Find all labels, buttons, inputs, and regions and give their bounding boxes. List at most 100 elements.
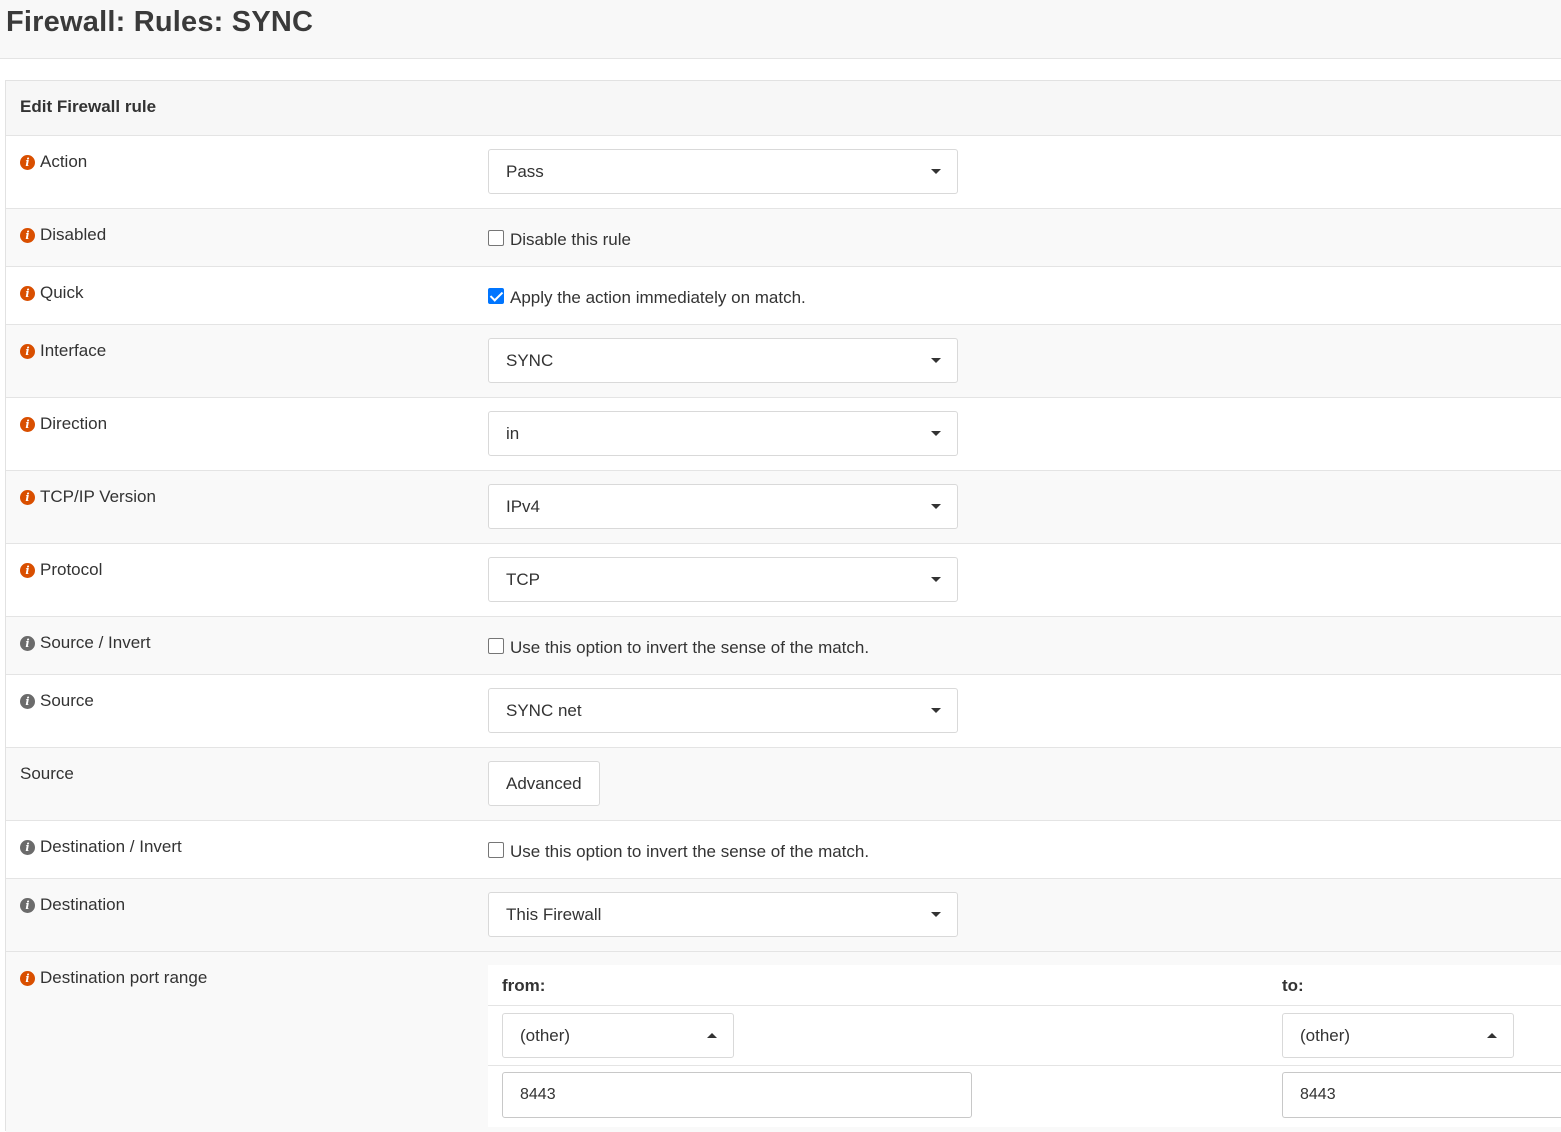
to-label: to: <box>1282 976 1304 995</box>
advanced-button[interactable]: Advanced <box>488 761 600 806</box>
action-select-value: Pass <box>506 161 544 181</box>
caret-down-icon <box>931 431 941 436</box>
destination-invert-checkbox-group[interactable]: Use this option to invert the sense of t… <box>488 842 869 862</box>
source-label-text: Source <box>40 691 94 710</box>
row-direction: i Direction in <box>6 398 1561 471</box>
from-label: from: <box>502 976 546 995</box>
interface-label: i Interface <box>20 341 106 361</box>
protocol-label-text: Protocol <box>40 560 103 579</box>
row-source: i Source SYNC net <box>6 675 1561 748</box>
info-icon[interactable]: i <box>20 897 35 913</box>
quick-checkbox-label: Apply the action immediately on match. <box>510 288 806 307</box>
caret-down-icon <box>931 577 941 582</box>
caret-up-icon <box>707 1033 717 1038</box>
interface-select[interactable]: SYNC <box>488 338 958 383</box>
quick-checkbox-group[interactable]: Apply the action immediately on match. <box>488 288 806 308</box>
disabled-label: i Disabled <box>20 225 106 245</box>
direction-label-text: Direction <box>40 414 108 433</box>
ipversion-select[interactable]: IPv4 <box>488 484 958 529</box>
caret-down-icon <box>931 358 941 363</box>
quick-label: i Quick <box>20 283 83 303</box>
from-port-input[interactable]: 8443 <box>502 1072 972 1118</box>
direction-label: i Direction <box>20 414 107 434</box>
row-quick: i Quick Apply the action immediately on … <box>6 267 1561 325</box>
dest-port-range-label: i Destination port range <box>20 968 207 988</box>
row-source-advanced: Source Advanced <box>6 748 1561 821</box>
action-label-text: Action <box>40 152 88 171</box>
source-invert-checkbox-group[interactable]: Use this option to invert the sense of t… <box>488 638 869 658</box>
info-icon[interactable]: i <box>20 416 35 432</box>
destination-label: i Destination <box>20 895 125 915</box>
info-icon[interactable]: i <box>20 562 35 578</box>
interface-label-text: Interface <box>40 341 107 360</box>
destination-select-value: This Firewall <box>506 904 602 924</box>
direction-select-value: in <box>506 423 520 443</box>
destination-invert-checkbox[interactable] <box>488 842 504 858</box>
quick-checkbox[interactable] <box>488 288 504 304</box>
info-icon[interactable]: i <box>20 839 35 855</box>
row-destination-invert: i Destination / Invert Use this option t… <box>6 821 1561 879</box>
info-icon[interactable]: i <box>20 227 35 243</box>
edit-rule-panel: Edit Firewall rule i Action Pass i Disab… <box>5 80 1561 1132</box>
to-port-select[interactable]: (other) <box>1282 1013 1514 1058</box>
source-select[interactable]: SYNC net <box>488 688 958 733</box>
panel-title: Edit Firewall rule <box>20 97 157 116</box>
info-icon[interactable]: i <box>20 635 35 651</box>
direction-select[interactable]: in <box>488 411 958 456</box>
row-dest-port-range: i Destination port range from: to: (othe… <box>6 952 1561 1132</box>
disabled-checkbox-group[interactable]: Disable this rule <box>488 230 631 250</box>
info-icon[interactable]: i <box>20 489 35 505</box>
ipversion-select-value: IPv4 <box>506 496 541 516</box>
row-interface: i Interface SYNC <box>6 325 1561 398</box>
to-port-select-value: (other) <box>1300 1025 1351 1045</box>
action-select[interactable]: Pass <box>488 149 958 194</box>
caret-down-icon <box>931 912 941 917</box>
info-icon[interactable]: i <box>20 154 35 170</box>
source-advanced-label-text: Source <box>20 764 74 783</box>
port-select-row: (other) (other) <box>488 1006 1561 1066</box>
panel-header: Edit Firewall rule <box>6 81 1561 136</box>
source-invert-checkbox[interactable] <box>488 638 504 654</box>
destination-label-text: Destination <box>40 895 126 914</box>
disabled-checkbox[interactable] <box>488 230 504 246</box>
protocol-select[interactable]: TCP <box>488 557 958 602</box>
dest-port-range-label-text: Destination port range <box>40 968 208 987</box>
info-icon[interactable]: i <box>20 693 35 709</box>
to-port-input[interactable]: 8443 <box>1282 1072 1561 1118</box>
from-port-select-value: (other) <box>520 1025 571 1045</box>
ipversion-label: i TCP/IP Version <box>20 487 156 507</box>
from-port-select[interactable]: (other) <box>502 1013 734 1058</box>
page-title: Firewall: Rules: SYNC <box>6 6 314 38</box>
destination-invert-label: i Destination / Invert <box>20 837 182 857</box>
row-action: i Action Pass <box>6 136 1561 209</box>
ipversion-label-text: TCP/IP Version <box>40 487 156 506</box>
action-label: i Action <box>20 152 87 172</box>
info-icon[interactable]: i <box>20 970 35 986</box>
disabled-label-text: Disabled <box>40 225 107 244</box>
source-invert-checkbox-label: Use this option to invert the sense of t… <box>510 638 870 657</box>
port-range-header: from: to: <box>488 965 1561 1006</box>
source-invert-label: i Source / Invert <box>20 633 151 653</box>
info-icon[interactable]: i <box>20 343 35 359</box>
caret-down-icon <box>931 708 941 713</box>
row-destination: i Destination This Firewall <box>6 879 1561 952</box>
row-source-invert: i Source / Invert Use this option to inv… <box>6 617 1561 675</box>
caret-down-icon <box>931 504 941 509</box>
protocol-label: i Protocol <box>20 560 102 580</box>
destination-invert-label-text: Destination / Invert <box>40 837 182 856</box>
destination-invert-checkbox-label: Use this option to invert the sense of t… <box>510 842 870 861</box>
interface-select-value: SYNC <box>506 350 554 370</box>
source-invert-label-text: Source / Invert <box>40 633 151 652</box>
destination-select[interactable]: This Firewall <box>488 892 958 937</box>
caret-up-icon <box>1487 1033 1497 1038</box>
info-icon[interactable]: i <box>20 285 35 301</box>
row-protocol: i Protocol TCP <box>6 544 1561 617</box>
source-select-value: SYNC net <box>506 700 582 720</box>
source-advanced-label: Source <box>20 764 74 784</box>
port-range-table: from: to: (other) (other) 8443 8443 <box>488 965 1561 1127</box>
row-disabled: i Disabled Disable this rule <box>6 209 1561 267</box>
protocol-select-value: TCP <box>506 569 540 589</box>
page-header: Firewall: Rules: SYNC <box>0 0 1561 59</box>
caret-down-icon <box>931 169 941 174</box>
source-label: i Source <box>20 691 94 711</box>
